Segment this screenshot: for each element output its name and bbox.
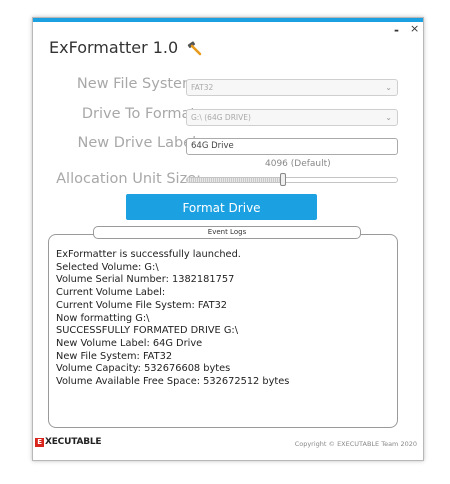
allocation-size-value: 4096 (Default) bbox=[265, 159, 331, 169]
slider-thumb[interactable] bbox=[280, 173, 286, 186]
chevron-down-icon: ⌄ bbox=[385, 83, 392, 92]
brand-mark: E bbox=[35, 437, 44, 447]
app-title-text: ExFormatter 1.0 bbox=[49, 38, 179, 57]
brand-logo: E XECUTABLE bbox=[35, 437, 102, 447]
log-line: Current Volume File System: FAT32 bbox=[56, 299, 228, 311]
drive-value: G:\ (64G DRIVE) bbox=[191, 113, 251, 122]
log-line: New File System: FAT32 bbox=[56, 350, 173, 362]
event-logs-list: ExFormatter is successfully launched. Sel… bbox=[56, 249, 392, 389]
log-line: Volume Capacity: 532676608 bytes bbox=[56, 363, 231, 375]
format-drive-button[interactable]: Format Drive bbox=[126, 194, 317, 220]
copyright-text: Copyright © EXECUTABLE Team 2020 bbox=[294, 440, 417, 448]
file-system-value: FAT32 bbox=[191, 83, 214, 92]
drive-to-format-label: Drive To Format: bbox=[81, 106, 201, 122]
app-window: - × ExFormatter 1.0 New File System: FAT… bbox=[32, 17, 424, 461]
drive-select[interactable]: G:\ (64G DRIVE) ⌄ bbox=[186, 109, 398, 126]
close-button[interactable]: × bbox=[410, 23, 419, 35]
app-title: ExFormatter 1.0 bbox=[49, 38, 202, 57]
drive-label-label: New Drive Label: bbox=[77, 135, 201, 151]
allocation-size-label: Allocation Unit Size: bbox=[56, 171, 201, 187]
log-line: Volume Available Free Space: 532672512 b… bbox=[56, 376, 290, 388]
allocation-size-slider[interactable] bbox=[186, 173, 398, 186]
file-system-label: New File System: bbox=[76, 76, 201, 92]
log-line: Selected Volume: G:\ bbox=[56, 261, 159, 273]
log-line: ExFormatter is successfully launched. bbox=[56, 249, 241, 260]
log-line: SUCCESSFULLY FORMATED DRIVE G:\ bbox=[56, 325, 239, 337]
file-system-select[interactable]: FAT32 ⌄ bbox=[186, 79, 398, 96]
log-line: New Volume Label: 64G Drive bbox=[56, 337, 203, 349]
log-line: Current Volume Label: bbox=[56, 287, 166, 299]
slider-fill bbox=[187, 178, 282, 182]
window-accent-bar bbox=[33, 18, 423, 22]
minimize-button[interactable]: - bbox=[394, 24, 399, 36]
log-line: Now formatting G:\ bbox=[56, 312, 150, 324]
chevron-down-icon: ⌄ bbox=[385, 113, 392, 122]
drive-label-value: 64G Drive bbox=[191, 141, 234, 151]
log-line: Volume Serial Number: 1382181757 bbox=[56, 274, 235, 286]
hammer-icon bbox=[187, 40, 202, 55]
event-logs-title: Event Logs bbox=[93, 226, 361, 239]
drive-label-input[interactable]: 64G Drive bbox=[186, 138, 398, 155]
brand-text: XECUTABLE bbox=[45, 437, 102, 447]
